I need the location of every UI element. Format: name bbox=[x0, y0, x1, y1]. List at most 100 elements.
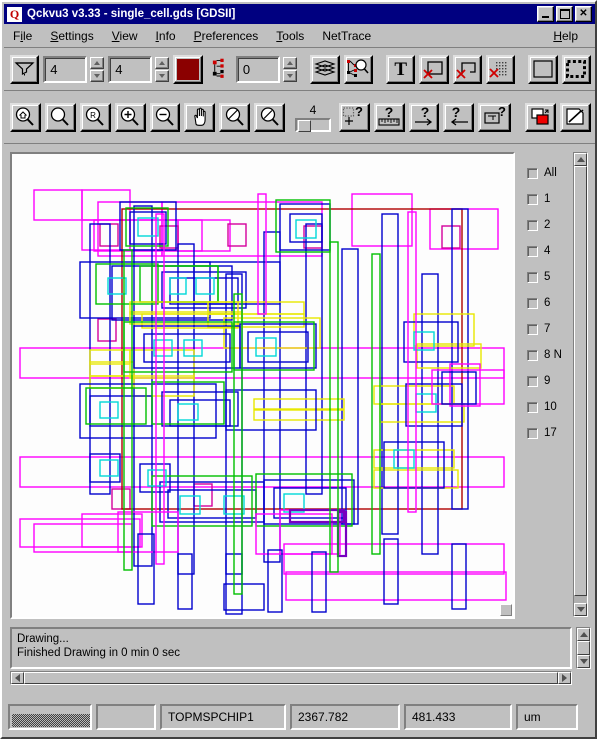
layer-scrollbar[interactable] bbox=[573, 152, 588, 617]
triangle-down-icon bbox=[576, 607, 585, 612]
spinner-depth-2-buttons bbox=[155, 56, 170, 82]
text-tool-button[interactable]: T bbox=[386, 54, 416, 84]
spinner-down-button-3[interactable] bbox=[282, 69, 297, 82]
spinner-hierarchy-value[interactable]: 0 bbox=[235, 55, 280, 83]
layer-scroll-up-button[interactable] bbox=[574, 153, 587, 166]
zoom-disabled-1-button[interactable] bbox=[219, 102, 251, 132]
zoom-in-button[interactable] bbox=[114, 102, 146, 132]
layer-color-button[interactable] bbox=[525, 102, 557, 132]
layer-checkbox-4[interactable] bbox=[527, 245, 538, 257]
layer-item-7[interactable]: 7 bbox=[521, 316, 571, 342]
triangle-left-icon bbox=[15, 674, 20, 682]
zoom-out-button[interactable] bbox=[149, 102, 181, 132]
spinner-up-button-2[interactable] bbox=[155, 56, 170, 69]
zoom-home-button[interactable] bbox=[10, 102, 41, 132]
spinner-depth-2: 4 bbox=[108, 55, 170, 83]
hide-box-button[interactable] bbox=[419, 54, 449, 84]
menu-item-info[interactable]: Info bbox=[147, 27, 185, 45]
layer-item-1[interactable]: 1 bbox=[521, 186, 571, 212]
layer-checkbox-all[interactable] bbox=[527, 167, 538, 179]
menu-item-file[interactable]: File bbox=[4, 27, 41, 45]
spinner-up-button-1[interactable] bbox=[90, 56, 105, 69]
layer-scroll-down-button[interactable] bbox=[574, 603, 587, 616]
message-vertical-scrollbar[interactable] bbox=[576, 627, 591, 669]
message-pane: Drawing... Finished Drawing in 0 min 0 s… bbox=[10, 627, 591, 689]
query-select-button[interactable]: ? bbox=[338, 102, 370, 132]
layer-item-17[interactable]: 17 bbox=[521, 420, 571, 446]
dashed-box-button[interactable] bbox=[561, 54, 591, 84]
canvas-resize-handle[interactable] bbox=[500, 604, 512, 616]
layer-item-2[interactable]: 2 bbox=[521, 212, 571, 238]
layout-canvas[interactable] bbox=[10, 152, 515, 619]
layer-checkbox-6[interactable] bbox=[527, 297, 538, 309]
query-area-button[interactable]: ? bbox=[478, 102, 512, 132]
hide-fill-button[interactable] bbox=[485, 54, 516, 84]
message-horizontal-scrollbar[interactable] bbox=[10, 671, 572, 685]
menu-item-help[interactable]: Help bbox=[544, 27, 587, 45]
layer-checkbox-8[interactable] bbox=[527, 349, 538, 361]
query-next-button[interactable]: ? bbox=[408, 102, 440, 132]
spinner-down-button-1[interactable] bbox=[90, 69, 105, 82]
maximize-button[interactable] bbox=[556, 6, 573, 22]
zoom-disabled-2-button[interactable] bbox=[254, 102, 285, 132]
message-text-area[interactable]: Drawing... Finished Drawing in 0 min 0 s… bbox=[10, 627, 572, 669]
close-button[interactable]: ✕ bbox=[575, 6, 592, 22]
message-scroll-left-button[interactable] bbox=[11, 672, 24, 684]
spinner-down-button-2[interactable] bbox=[155, 69, 170, 82]
message-scroll-right-button[interactable] bbox=[558, 672, 571, 684]
message-hscroll-thumb[interactable] bbox=[24, 672, 558, 684]
spinner-depth-1-value[interactable]: 4 bbox=[43, 55, 88, 83]
zoom-full-button[interactable] bbox=[44, 102, 76, 132]
layer-checkbox-7[interactable] bbox=[527, 323, 538, 335]
svg-text:R: R bbox=[90, 111, 96, 120]
hide-path-button[interactable] bbox=[452, 54, 482, 84]
layer-item-9[interactable]: 9 bbox=[521, 368, 571, 394]
spinner-up-button-3[interactable] bbox=[282, 56, 297, 69]
layer-item-10[interactable]: 10 bbox=[521, 394, 571, 420]
detail-slider-track[interactable] bbox=[294, 117, 331, 132]
layer-item-4[interactable]: 4 bbox=[521, 238, 571, 264]
message-scroll-track[interactable] bbox=[577, 641, 590, 655]
layer-checkbox-2[interactable] bbox=[527, 219, 538, 231]
message-scroll-down-button[interactable] bbox=[577, 655, 590, 668]
edit-page-button[interactable] bbox=[560, 102, 591, 132]
layer-scroll-thumb[interactable] bbox=[574, 166, 587, 596]
layer-item-6[interactable]: 6 bbox=[521, 290, 571, 316]
detail-slider-thumb[interactable] bbox=[297, 119, 311, 132]
menu-item-preferences[interactable]: Preferences bbox=[185, 27, 268, 45]
message-scroll-thumb[interactable] bbox=[577, 641, 590, 655]
layer-item-5[interactable]: 5 bbox=[521, 264, 571, 290]
filter-funnel-button[interactable] bbox=[10, 54, 40, 84]
layers-stack-button[interactable] bbox=[310, 54, 340, 84]
arrow-up-icon bbox=[159, 60, 166, 65]
hand-icon bbox=[194, 107, 206, 126]
menu-item-settings[interactable]: Settings bbox=[41, 27, 102, 45]
query-measure-button[interactable]: ? bbox=[373, 102, 405, 132]
menu-item-nettrace[interactable]: NetTrace bbox=[313, 27, 380, 45]
layer-item-all[interactable]: All bbox=[521, 160, 571, 186]
arrow-down-icon bbox=[286, 73, 293, 78]
layer-label-1: 1 bbox=[544, 193, 551, 205]
spinner-hierarchy: 0 bbox=[235, 55, 297, 83]
pan-hand-button[interactable] bbox=[184, 102, 216, 132]
minimize-button[interactable] bbox=[537, 6, 554, 22]
menu-item-view[interactable]: View bbox=[103, 27, 147, 45]
layer-checkbox-17[interactable] bbox=[527, 427, 538, 439]
outline-box-button[interactable] bbox=[528, 54, 558, 84]
hierarchy-search-icon bbox=[347, 59, 369, 77]
layer-item-8[interactable]: 8 N bbox=[521, 342, 571, 368]
layer-checkbox-5[interactable] bbox=[527, 271, 538, 283]
layer-scroll-track[interactable] bbox=[574, 166, 587, 603]
menu-item-tools[interactable]: Tools bbox=[267, 27, 313, 45]
detail-slider[interactable]: 4 bbox=[293, 103, 333, 132]
zoom-previous-button[interactable]: R bbox=[79, 102, 111, 132]
layer-checkbox-1[interactable] bbox=[527, 193, 538, 205]
color-swatch-button[interactable] bbox=[173, 54, 203, 84]
query-previous-button[interactable]: ? bbox=[443, 102, 475, 132]
spinner-depth-2-value[interactable]: 4 bbox=[108, 55, 153, 83]
status-cell-name: TOPMSPCHIP1 bbox=[160, 704, 286, 730]
message-scroll-up-button[interactable] bbox=[577, 628, 590, 641]
layer-checkbox-9[interactable] bbox=[527, 375, 538, 387]
layer-checkbox-10[interactable] bbox=[527, 401, 538, 413]
hierarchy-search-button[interactable] bbox=[343, 54, 373, 84]
